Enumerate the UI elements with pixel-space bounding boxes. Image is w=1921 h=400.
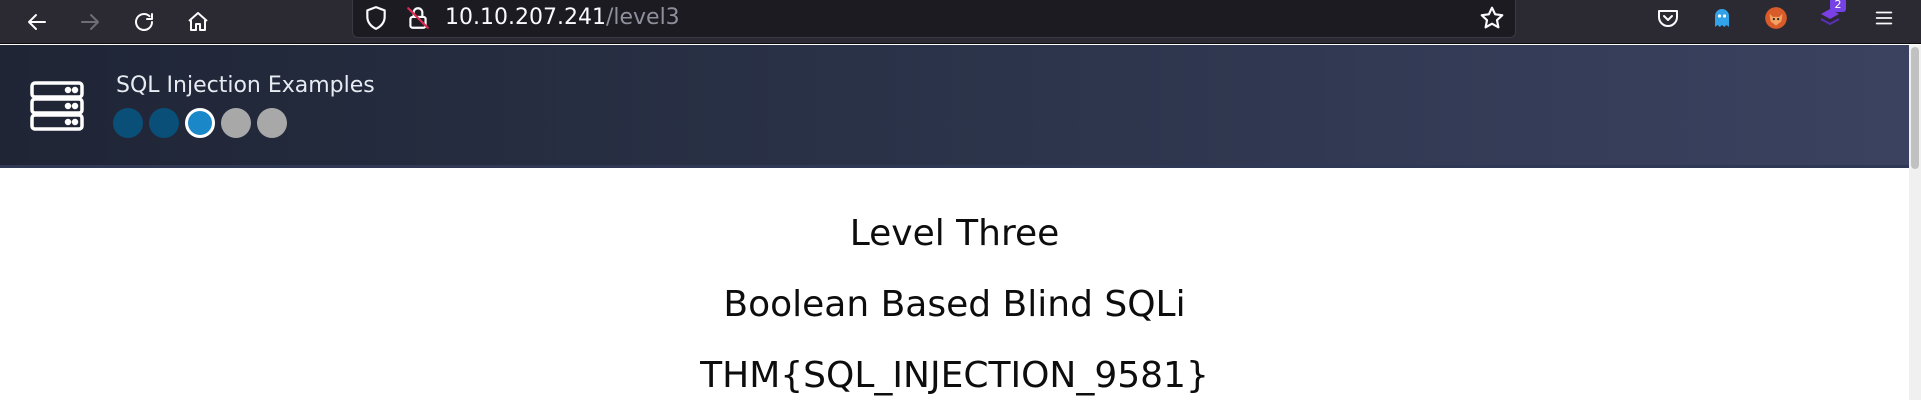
bookmark-star-icon[interactable]: [1479, 5, 1505, 31]
ghost-extension-button[interactable]: [1706, 2, 1738, 34]
fox-icon: [1765, 7, 1787, 29]
forward-button[interactable]: [72, 4, 108, 40]
url-host: 10.10.207.241: [445, 5, 606, 30]
arrow-left-icon: [28, 14, 46, 30]
reload-button[interactable]: [126, 4, 162, 40]
home-icon: [188, 12, 208, 31]
reload-icon: [135, 13, 153, 31]
site-header: SQL Injection Examples: [0, 45, 1909, 168]
url-path: /level3: [605, 5, 680, 30]
flag-text: THM{SQL_INJECTION_9581}: [700, 355, 1209, 396]
app-menu-button[interactable]: [1868, 2, 1900, 34]
site-title: SQL Injection Examples: [116, 73, 375, 98]
level-1-dot[interactable]: [113, 108, 143, 138]
main-content: Level Three Boolean Based Blind SQLi THM…: [0, 171, 1909, 400]
level-heading: Level Three: [849, 213, 1060, 254]
extension-badge: 2: [1830, 0, 1846, 12]
pocket-button[interactable]: [1652, 2, 1684, 34]
address-bar[interactable]: 10.10.207.241/level3: [352, 0, 1516, 38]
home-button[interactable]: [180, 4, 216, 40]
level-3-dot-current[interactable]: [185, 108, 215, 138]
foxyproxy-extension-button[interactable]: [1760, 2, 1792, 34]
browser-toolbar: 10.10.207.241/level3 2: [0, 0, 1921, 44]
database-server-icon: [30, 81, 84, 131]
page-scrollbar[interactable]: [1909, 45, 1921, 400]
shield-icon[interactable]: [363, 5, 389, 31]
level-4-dot[interactable]: [221, 108, 251, 138]
level-2-dot[interactable]: [149, 108, 179, 138]
level-5-dot[interactable]: [257, 108, 287, 138]
layers-extension-button[interactable]: 2: [1814, 0, 1846, 34]
url-text[interactable]: 10.10.207.241/level3: [445, 3, 680, 33]
insecure-lock-icon[interactable]: [405, 5, 431, 31]
back-button[interactable]: [19, 4, 55, 40]
level-progress: [113, 108, 287, 138]
scrollbar-thumb[interactable]: [1911, 47, 1919, 169]
hamburger-menu-icon: [1875, 11, 1893, 25]
ghost-icon: [1715, 9, 1729, 27]
level-subheading: Boolean Based Blind SQLi: [723, 284, 1186, 325]
pocket-icon: [1658, 10, 1678, 27]
arrow-right-icon: [81, 14, 99, 30]
